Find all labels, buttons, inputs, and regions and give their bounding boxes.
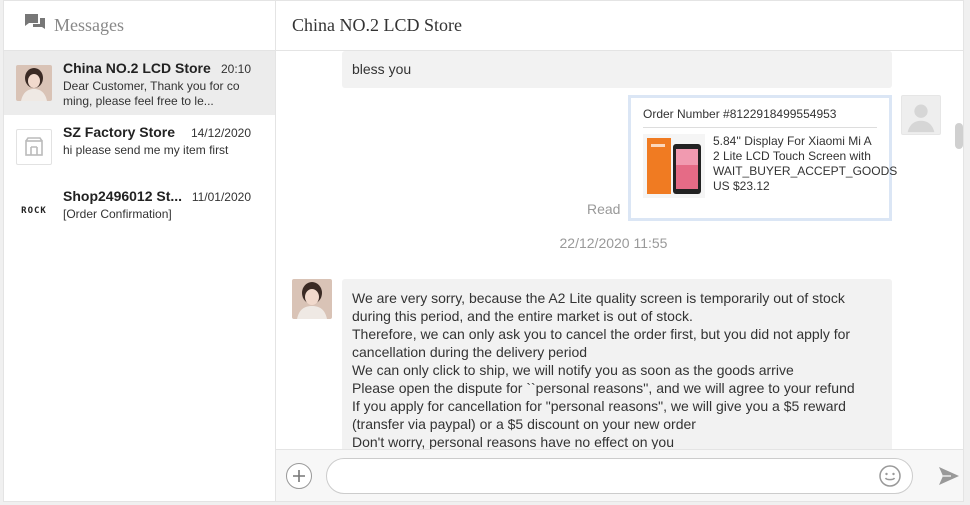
message-scrollbar[interactable] — [955, 51, 963, 449]
message-list[interactable]: bless you Order Number #8122918499554953 — [276, 51, 963, 449]
chat-panel: China NO.2 LCD Store bless you Order Num… — [276, 1, 963, 501]
message-input[interactable] — [343, 467, 878, 484]
date-separator: 22/12/2020 11:55 — [559, 235, 668, 251]
message-input-wrapper — [326, 457, 913, 494]
message-line: We are very sorry, because the A2 Lite q… — [352, 290, 845, 306]
message-bubble: We are very sorry, because the A2 Lite q… — [342, 279, 892, 449]
chat-bubbles-icon — [24, 13, 46, 38]
conversation-time: 14/12/2020 — [190, 126, 251, 140]
user-avatar — [901, 95, 941, 135]
message-bubble: bless you — [342, 51, 892, 88]
store-avatar — [292, 279, 332, 319]
conversation-name: Shop2496012 St... — [63, 188, 183, 204]
chat-header: China NO.2 LCD Store — [276, 1, 963, 51]
message-line: Don't worry, personal reasons have no ef… — [352, 434, 675, 449]
conversation-item-sz-factory[interactable]: SZ Factory Store 14/12/2020 hi please se… — [4, 115, 275, 179]
conversation-preview: Dear Customer, Thank you for co ming, pl… — [63, 79, 240, 108]
order-number: Order Number #8122918499554953 — [643, 107, 877, 128]
conversation-item-china-no2[interactable]: China NO.2 LCD Store 20:10 Dear Customer… — [4, 51, 275, 115]
conversation-time: 20:10 — [220, 62, 251, 76]
conversation-preview: [Order Confirmation] — [63, 207, 172, 221]
chat-store-name: China NO.2 LCD Store — [292, 15, 462, 35]
conversation-time: 11/01/2020 — [191, 190, 251, 204]
store-avatar: ROCK — [16, 193, 52, 229]
conversation-sidebar: Messages China NO.2 LCD Store 20:10 Dear… — [4, 1, 276, 501]
conversation-item-shop2496012[interactable]: ROCK Shop2496012 St... 11/01/2020 [Order… — [4, 179, 275, 243]
plus-circle-icon[interactable] — [286, 462, 312, 489]
message-line: cancellation during the delivery period — [352, 344, 588, 360]
store-avatar — [16, 65, 52, 101]
product-thumbnail — [643, 134, 705, 198]
product-title[interactable]: 5.84'' Display For Xiaomi Mi A2 Lite LCD… — [713, 134, 877, 164]
message-line: during this period, and the entire marke… — [352, 308, 693, 324]
rock-logo: ROCK — [21, 206, 47, 216]
order-status: WAIT_BUYER_ACCEPT_GOODS — [713, 164, 898, 178]
sidebar-header: Messages — [4, 1, 275, 51]
sidebar-title: Messages — [54, 15, 124, 35]
messenger-window: Messages China NO.2 LCD Store 20:10 Dear… — [3, 0, 964, 502]
conversation-preview: hi please send me my item first — [63, 143, 229, 157]
smiley-icon[interactable] — [878, 464, 902, 488]
conversation-name: China NO.2 LCD Store — [63, 60, 211, 76]
message-line: (transfer via paypal) or a $5 discount o… — [352, 416, 696, 432]
send-arrow-icon[interactable] — [937, 464, 961, 488]
message-line: Please open the dispute for ``personal r… — [352, 380, 855, 396]
order-card[interactable]: Order Number #8122918499554953 5.84'' Di… — [628, 95, 898, 221]
message-line: We can only click to ship, we will notif… — [352, 362, 794, 378]
store-avatar — [16, 129, 52, 165]
message-text: bless you — [352, 61, 412, 77]
conversation-name: SZ Factory Store — [63, 124, 176, 140]
message-line: Therefore, we can only ask you to cancel… — [352, 326, 851, 342]
message-line: If you apply for cancellation for "perso… — [352, 398, 846, 414]
read-receipt: Read — [587, 201, 621, 217]
scrollbar-thumb[interactable] — [955, 123, 963, 149]
order-price: US $23.12 — [713, 179, 770, 193]
composer — [276, 449, 963, 501]
